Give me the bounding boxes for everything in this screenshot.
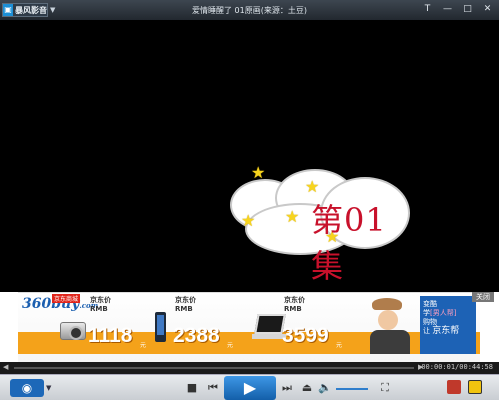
episode-title-card: ★ ★ ★ ★ ★ 第01集 — [225, 163, 415, 285]
volume-slider[interactable] — [336, 388, 368, 390]
next-button[interactable]: ⏭ — [280, 381, 294, 395]
seek-track[interactable] — [14, 367, 414, 369]
price-label: 京东价 — [175, 296, 196, 304]
play-icon: ▶ — [243, 378, 257, 397]
star-icon: ★ — [305, 177, 320, 196]
ad-price-item[interactable]: 京东价 RMB 1118 元 — [88, 296, 146, 349]
currency-label: RMB — [284, 305, 302, 313]
currency-label: RMB — [175, 305, 193, 313]
price-unit: 元 — [140, 342, 147, 349]
time-display: 00:00:01/00:44:58 — [421, 363, 493, 371]
video-area[interactable]: ★ ★ ★ ★ ★ 第01集 — [0, 20, 499, 292]
ad-model-image[interactable] — [368, 298, 412, 354]
phone-product-image[interactable] — [155, 312, 166, 342]
price-label: 京东价 — [90, 296, 111, 304]
star-icon: ★ — [241, 211, 256, 230]
laptop-base — [252, 334, 286, 339]
maximize-button[interactable]: □ — [460, 2, 475, 17]
ad-promo-panel[interactable]: 变酷 学[男人帮] 购物 让 京东帮 — [420, 296, 476, 354]
promo-brand: 京东帮 — [432, 326, 460, 336]
ad-price-item[interactable]: 京东价 RMB 2388 元 — [173, 296, 233, 349]
play-button[interactable]: ▶ — [224, 376, 276, 400]
promo-highlight: [男人帮] — [430, 309, 457, 317]
promo-text: 学 — [423, 309, 430, 317]
ad-logo-badge: 京东商城 — [52, 294, 81, 303]
close-button[interactable]: ✕ — [480, 2, 495, 17]
previous-button[interactable]: ⏮ — [206, 381, 220, 395]
minimize-button[interactable]: — — [440, 2, 455, 17]
ad-banner[interactable]: 360buy.com 京东商城 京东价 RMB 1118 元 京东价 RMB 2… — [0, 292, 499, 362]
star-icon: ★ — [285, 207, 300, 226]
camera-product-image[interactable] — [60, 322, 86, 340]
volume-icon[interactable]: 🔈 — [318, 381, 332, 394]
price-unit: 元 — [336, 342, 343, 349]
ad-close-button[interactable]: 关闭 — [472, 292, 494, 302]
episode-label: 第01集 — [311, 201, 387, 285]
skin-button[interactable]: T — [420, 2, 435, 17]
price-value: 1118 — [88, 324, 133, 347]
star-icon: ★ — [251, 163, 266, 182]
eye-button[interactable]: ◉ — [10, 379, 44, 397]
promo-line: 让 京东帮 — [423, 327, 473, 336]
body-shape — [370, 330, 410, 354]
promo-line: 变酷 — [423, 300, 437, 308]
price-label: 京东价 — [284, 296, 305, 304]
hat-shape — [372, 298, 402, 310]
currency-label: RMB — [90, 305, 108, 313]
eject-button[interactable]: ⏏ — [300, 381, 314, 394]
chevron-left-icon[interactable]: ◀ — [3, 363, 8, 371]
eye-icon: ◉ — [21, 381, 33, 395]
price-value: 3599 — [282, 324, 329, 347]
control-bar: ◉ ▼ ■ ⏮ ▶ ⏭ ⏏ 🔈 ⛶ — [0, 374, 499, 400]
playlist-icon[interactable] — [468, 380, 482, 394]
progress-bar[interactable]: ◀ ▶ 00:00:01/00:44:58 — [0, 362, 499, 374]
chevron-down-icon[interactable]: ▼ — [46, 384, 51, 392]
face-shape — [378, 310, 398, 330]
ad-price-item[interactable]: 京东价 RMB 3599 元 — [282, 296, 342, 349]
price-value: 2388 — [173, 324, 220, 347]
fullscreen-button[interactable]: ⛶ — [378, 381, 392, 395]
stop-button[interactable]: ■ — [185, 381, 199, 394]
promo-line: 学[男人帮] — [423, 309, 473, 318]
title-bar: ▣ 暴风影音 ▼ 爱情睡醒了 01原画(来源：土豆) T — □ ✕ — [0, 0, 499, 20]
price-unit: 元 — [227, 342, 234, 349]
promo-text: 让 — [423, 327, 430, 335]
toolbox-icon[interactable] — [447, 380, 461, 394]
